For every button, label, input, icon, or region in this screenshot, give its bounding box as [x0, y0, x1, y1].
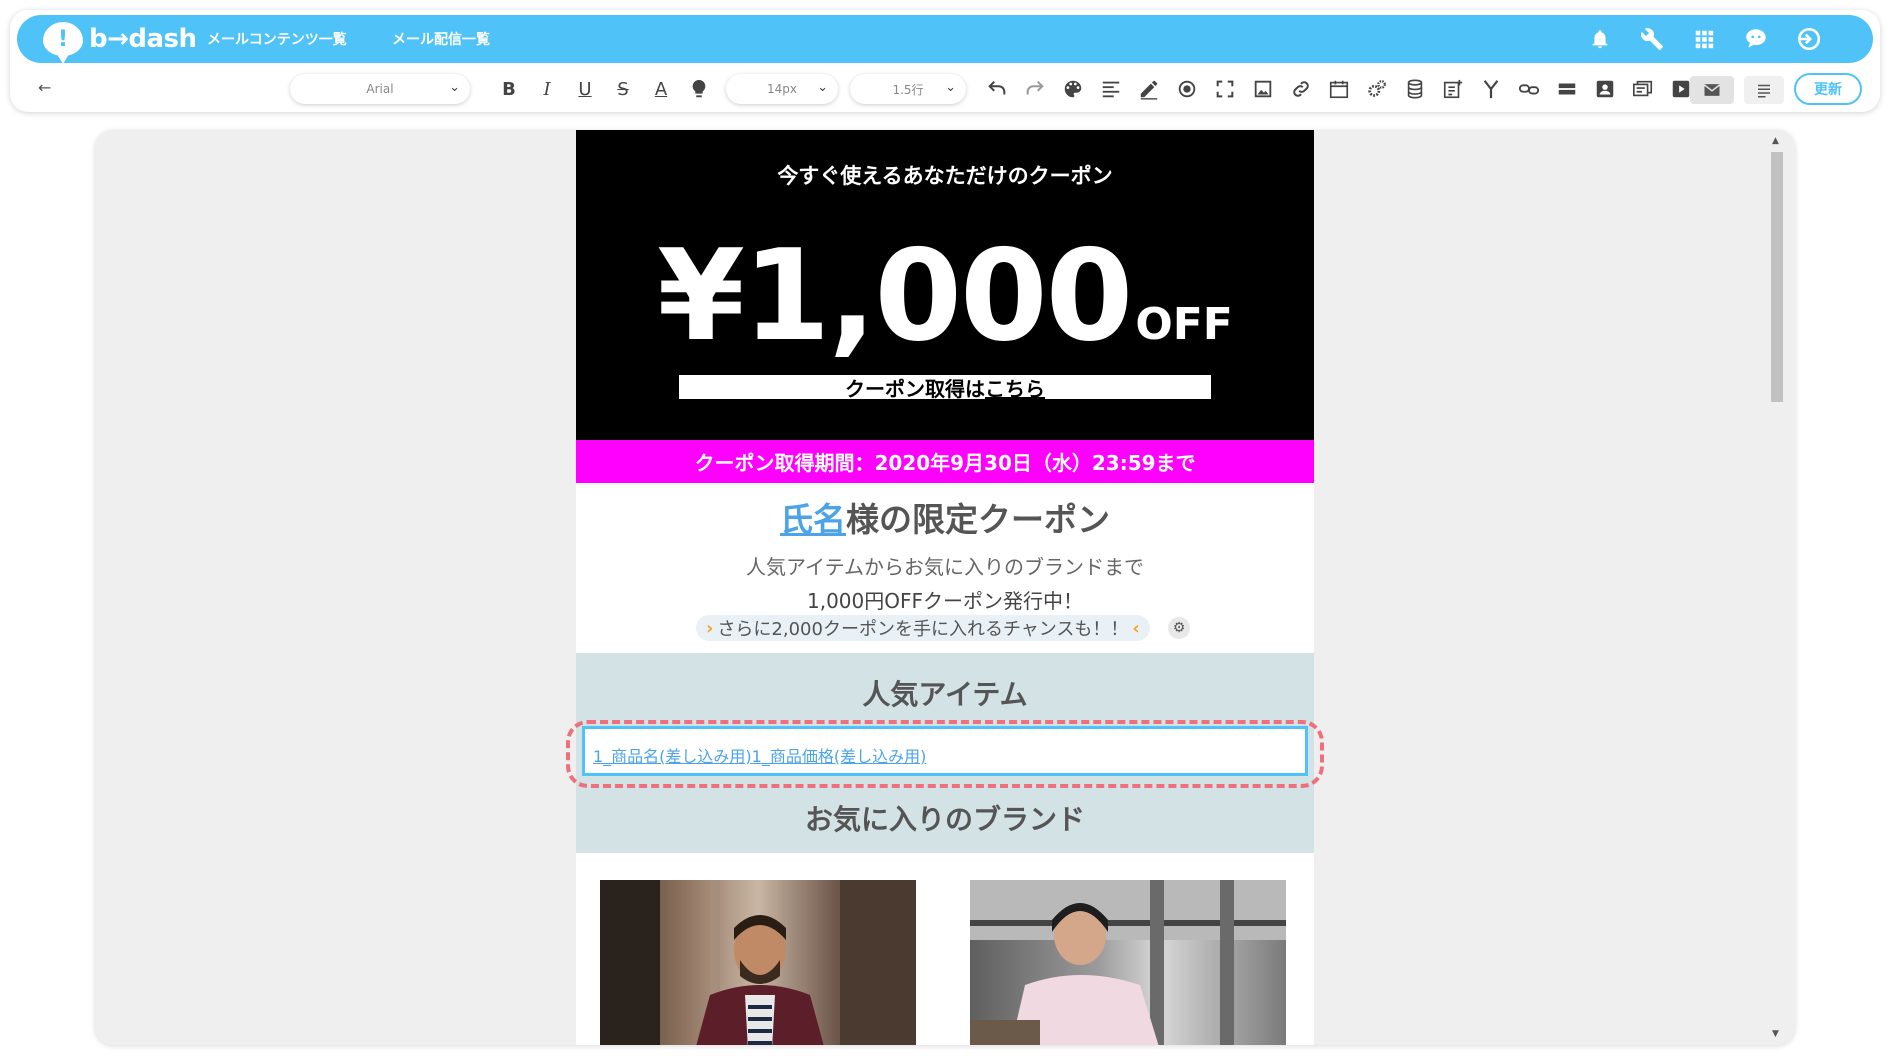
bell-icon[interactable] [1585, 24, 1615, 54]
branch-icon[interactable] [1478, 76, 1504, 102]
nav-mail-delivery[interactable]: メール配信一覧 [392, 29, 490, 49]
man-in-beanie-image [970, 880, 1286, 1045]
redo-icon[interactable] [1022, 76, 1048, 102]
database-icon[interactable] [1402, 76, 1428, 102]
editor-canvas[interactable]: 今すぐ使えるあなただけのクーポン ¥1,000OFF クーポン取得は こちら クー… [95, 130, 1795, 1045]
chance-block[interactable]: › さらに2,000クーポンを手に入れるチャンスも！！ ‹ [696, 615, 1150, 641]
chain-icon[interactable] [1516, 76, 1542, 102]
chevron-down-icon: ⌄ [945, 80, 956, 95]
target-icon[interactable] [1174, 76, 1200, 102]
font-family-select[interactable]: Arial ⌄ [290, 74, 470, 104]
highlight-icon[interactable] [686, 76, 712, 102]
text-align-button[interactable] [1744, 76, 1784, 104]
line-height-value: 1.5行 [892, 82, 924, 97]
scrollbar-thumb[interactable] [1771, 152, 1783, 402]
popular-title: 人気アイテム [862, 678, 1028, 711]
email-preview[interactable]: 今すぐ使えるあなただけのクーポン ¥1,000OFF クーポン取得は こちら クー… [576, 130, 1314, 1045]
chance-text: さらに2,000クーポンを手に入れるチャンスも！！ [717, 619, 1129, 640]
vertical-scrollbar[interactable]: ▲ ▼ [1769, 136, 1785, 1039]
gear-icon[interactable]: ⚙ [1168, 617, 1190, 639]
editor-toolbar: ← Arial ⌄ B I U S A 14px ⌄ 1.5行 ⌄ 更新 [10, 66, 1880, 112]
chevron-left-icon: ‹ [1132, 617, 1140, 639]
align-icon[interactable] [1098, 76, 1124, 102]
palette-icon[interactable] [1060, 76, 1086, 102]
offer-title: 氏名様の限定クーポン [576, 493, 1314, 541]
fullscreen-icon[interactable] [1212, 76, 1238, 102]
font-size-value: 14px [767, 82, 797, 96]
offer-line-2: 1,000円OFFクーポン発行中！ [806, 589, 1083, 613]
pen-icon[interactable] [1136, 76, 1162, 102]
brand-photo-2[interactable] [970, 880, 1286, 1045]
grid-icon[interactable] [1689, 24, 1719, 54]
hero-title: 今すぐ使えるあなただけのクーポン [777, 164, 1113, 188]
underline-icon[interactable]: U [572, 76, 598, 102]
coupon-period-banner: クーポン取得期間：2020年9月30日（水）23:59まで [576, 440, 1314, 483]
calendar-icon[interactable] [1326, 76, 1352, 102]
note-icon[interactable] [1440, 76, 1466, 102]
mail-view-button[interactable] [1690, 76, 1734, 104]
contact-icon[interactable] [1592, 76, 1618, 102]
price-amount: ¥1,000 [657, 222, 1133, 369]
scroll-down-icon[interactable]: ▼ [1772, 1029, 1779, 1039]
gears-icon[interactable] [1364, 76, 1390, 102]
top-navbar: ! b→dash メールコンテンツ一覧 メール配信一覧 [17, 15, 1873, 64]
nav-mail-contents[interactable]: メールコンテンツ一覧 [207, 29, 347, 49]
italic-icon[interactable]: I [534, 76, 560, 102]
line-height-select[interactable]: 1.5行 ⌄ [850, 74, 966, 104]
bold-icon[interactable]: B [496, 76, 522, 102]
hr-icon[interactable] [1554, 76, 1580, 102]
offer-line-1: 人気アイテムからお気に入りのブランドまで [746, 555, 1144, 579]
logo-text: b→dash [89, 24, 197, 54]
name-merge-tag[interactable]: 氏名 [780, 500, 846, 539]
image-icon[interactable] [1250, 76, 1276, 102]
brand-title: お気に入りのブランド [804, 803, 1085, 836]
offer-section[interactable]: 氏名様の限定クーポン 人気アイテムからお気に入りのブランドまで 1,000円OF… [576, 483, 1314, 653]
font-color-icon[interactable]: A [648, 76, 674, 102]
back-arrow-icon[interactable]: ← [38, 78, 51, 97]
cta-link[interactable]: こちら [985, 373, 1045, 402]
chevron-down-icon: ⌄ [817, 80, 828, 95]
offer-title-rest: 様の限定クーポン [846, 500, 1110, 539]
font-size-select[interactable]: 14px ⌄ [726, 74, 838, 104]
update-button[interactable]: 更新 [1794, 73, 1862, 105]
coupon-hero[interactable]: 今すぐ使えるあなただけのクーポン ¥1,000OFF クーポン取得は こちら [576, 130, 1314, 440]
strikethrough-icon[interactable]: S [610, 76, 636, 102]
hero-price: ¥1,000OFF [576, 222, 1314, 369]
support-icon[interactable] [1741, 24, 1771, 54]
coupon-cta[interactable]: クーポン取得は こちら [679, 373, 1211, 402]
wrench-icon[interactable] [1637, 24, 1667, 54]
font-family-value: Arial [366, 82, 394, 96]
logo-bubble-icon: ! [43, 22, 83, 64]
chevron-right-icon: › [706, 617, 714, 639]
undo-icon[interactable] [984, 76, 1010, 102]
scroll-up-icon[interactable]: ▲ [1772, 136, 1779, 146]
cards-icon[interactable] [1630, 76, 1656, 102]
price-suffix: OFF [1135, 299, 1233, 350]
man-in-jacket-image [600, 880, 916, 1045]
app-header: ! b→dash メールコンテンツ一覧 メール配信一覧 ← Arial ⌄ B … [10, 10, 1880, 112]
logout-icon[interactable] [1793, 24, 1823, 54]
selection-highlight [566, 720, 1324, 788]
chevron-down-icon: ⌄ [449, 80, 460, 95]
logo-mark: ! [57, 26, 69, 52]
brand-photo-1[interactable] [600, 880, 916, 1045]
cta-text: クーポン取得は [845, 376, 985, 401]
link-icon[interactable] [1288, 76, 1314, 102]
logo[interactable]: ! b→dash [43, 22, 197, 64]
